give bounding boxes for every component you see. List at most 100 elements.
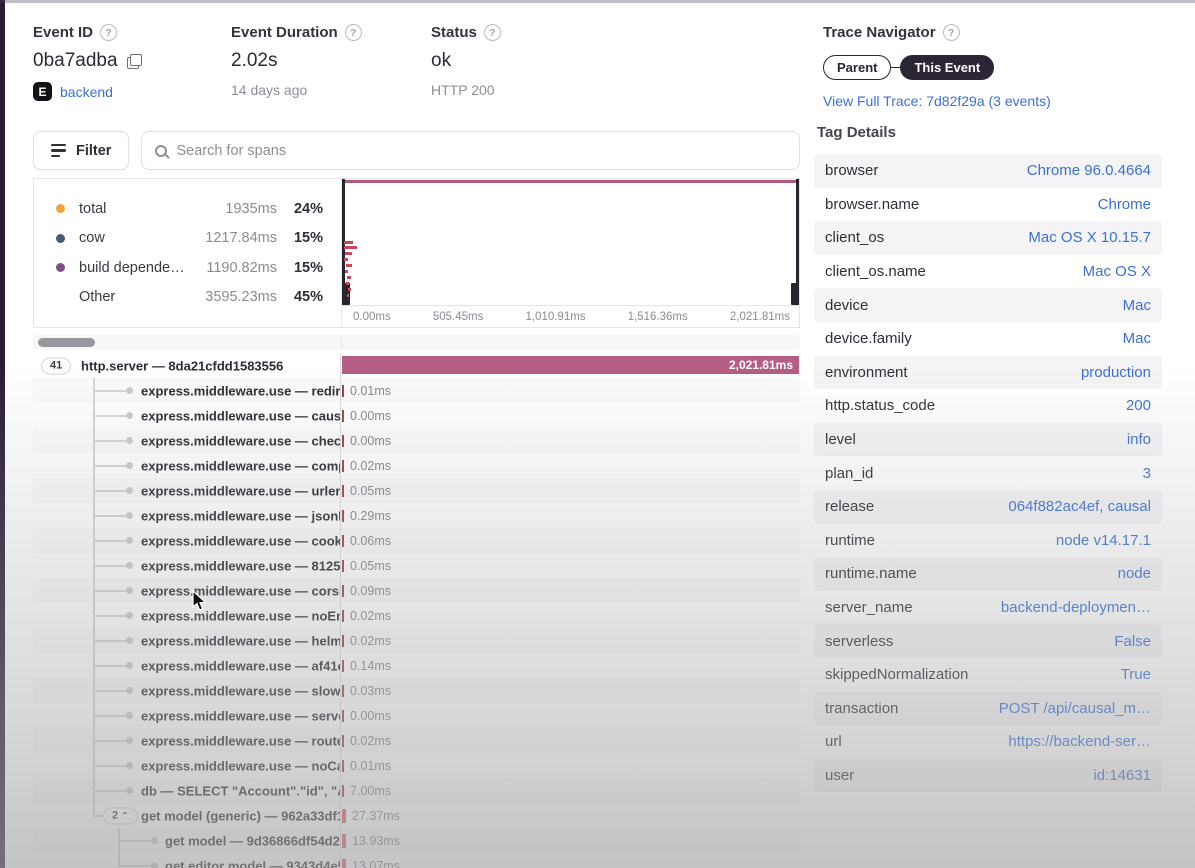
span-duration-label: 0.14ms [350,659,391,673]
tree-scrollbar-handle[interactable] [38,338,95,347]
tag-value-link[interactable]: False [1114,633,1151,650]
root-span-bar[interactable]: 2,021.81ms [342,356,799,374]
span-description: express.middleware.use — 8125a6e3cb [141,558,341,573]
span-row[interactable]: express.middleware.use — router0.02ms [33,728,800,753]
tag-value-link[interactable]: Mac [1123,297,1151,314]
collapse-badge[interactable]: 2⌃ [103,807,138,824]
span-row-timeline-cell: 0.02ms [341,603,800,628]
span-row[interactable]: express.middleware.use — redirectOldD0.0… [33,378,800,403]
span-row[interactable]: express.middleware.use — serveStatic0.00… [33,703,800,728]
tree-node-dot [126,737,133,744]
span-row-timeline-cell: 0.00ms [341,403,800,428]
span-row[interactable]: express.middleware.use — cookieParse0.06… [33,528,800,553]
event-id-value: 0ba7adba [33,50,118,72]
event-duration-label: Event Duration [231,24,338,41]
span-row[interactable]: db — SELECT "Account"."id", "Account"."p… [33,778,800,803]
tag-details-title: Tag Details [814,124,1162,141]
span-tree: 41 http.server — 8da21cfdd1583556 2,021.81… [33,353,800,868]
tag-value-link[interactable]: 200 [1126,397,1151,414]
search-icon [155,145,167,157]
span-id-or-detail: — helmet [291,633,341,648]
span-operation: express.middleware.use [141,583,291,598]
span-row[interactable]: express.middleware.use — af41c2800e0.14m… [33,653,800,678]
span-row-root[interactable]: 41 http.server — 8da21cfdd1583556 2,021.81… [33,353,800,378]
status-value: ok [431,50,451,72]
span-id-or-detail: — checkHTTPN [291,433,341,448]
legend-percent: 15% [277,260,323,276]
span-row-label-cell: express.middleware.use — redirectOldD [33,378,341,403]
help-icon[interactable]: ? [100,24,117,41]
tree-connector-line [93,815,103,817]
tag-value-link[interactable]: 064f882ac4ef, causal [1008,498,1151,515]
parent-event-pill[interactable]: Parent [823,55,891,80]
span-count-badge[interactable]: 41 [41,357,71,374]
tag-value-link[interactable]: info [1127,431,1151,448]
tag-value-link[interactable]: 3 [1143,465,1151,482]
tag-value-link[interactable]: node [1118,565,1151,582]
span-search-input[interactable] [176,143,786,159]
span-row[interactable]: express.middleware.use — causalNewD0.00m… [33,403,800,428]
help-icon[interactable]: ? [345,24,362,41]
tag-value-link[interactable]: Mac OS X [1083,263,1151,280]
span-row-label-cell: get editor model — 9343d4e5cb21c [33,853,341,868]
tag-value-link[interactable]: Chrome [1098,196,1151,213]
root-span-duration: 2,021.81ms [729,358,793,372]
span-row[interactable]: express.middleware.use — checkHTTPN0.00m… [33,428,800,453]
tag-value-link[interactable]: production [1081,364,1151,381]
minimap-chart[interactable] [342,179,799,305]
span-id-or-detail: — noEmbeddir [291,608,341,623]
span-row[interactable]: express.middleware.use — compressior0.02… [33,453,800,478]
view-full-trace-link[interactable]: View Full Trace: 7d82f29a (3 events) [823,93,1051,109]
filter-button[interactable]: Filter [33,131,129,170]
axis-tick-label: 0.00ms [353,311,391,323]
project-link[interactable]: backend [60,84,113,100]
span-row[interactable]: get editor model — 9343d4e5cb21c13.07ms [33,853,800,868]
span-row[interactable]: express.middleware.use — corsMiddlew0.09… [33,578,800,603]
span-operation: express.middleware.use [141,708,291,723]
tag-value-link[interactable]: Chrome 96.0.4664 [1027,162,1151,179]
span-id-or-detail: — serveStatic [291,708,341,723]
tag-value-link[interactable]: https://backend-ser… [1008,733,1151,750]
span-operation: express.middleware.use [141,483,291,498]
tree-connector-line [93,715,126,717]
span-duration-bar [342,735,344,747]
span-operation: express.middleware.use [141,508,291,523]
tag-value-link[interactable]: backend-deploymen… [1001,599,1151,616]
minimap-right-handle[interactable] [796,179,799,305]
span-row-label-cell: db — SELECT "Account"."id", "Account"."p [33,778,341,803]
tag-value-link[interactable]: POST /api/causal_m… [999,700,1151,717]
minimap-root-span-line [344,180,797,183]
span-row[interactable]: express.middleware.use — noEmbeddir0.02m… [33,603,800,628]
span-row[interactable]: express.middleware.use — slowDownS0.03ms [33,678,800,703]
help-icon[interactable]: ? [484,24,501,41]
span-operation: get editor model [165,858,266,868]
this-event-pill[interactable]: This Event [900,55,994,80]
span-row[interactable]: express.middleware.use — noCacheMid0.01m… [33,753,800,778]
span-description: express.middleware.use — compressior [141,458,341,473]
span-duration-bar [342,660,344,672]
tag-value-link[interactable]: id:14631 [1093,767,1151,784]
tag-row: client_os.nameMac OS X [814,255,1162,289]
tag-value-link[interactable]: Mac OS X 10.15.7 [1028,229,1151,246]
tag-value-link[interactable]: True [1121,666,1151,683]
span-row-label-cell: express.middleware.use — causalNewD [33,403,341,428]
span-row[interactable]: express.middleware.use — 8125a6e3cb0.05m… [33,553,800,578]
span-row-label-cell: get model — 9d36866df54d2974 [33,828,341,853]
span-row-timeline-cell: 0.02ms [341,728,800,753]
span-id-or-detail: — 8da21cfdd1583556 [148,358,283,373]
span-row[interactable]: 2⌃get model (generic) — 962a33df1ac2c627… [33,803,800,828]
span-duration-bar [342,635,344,647]
tag-value-link[interactable]: node v14.17.1 [1056,532,1151,549]
span-row[interactable]: express.middleware.use — urlencodedF0.05… [33,478,800,503]
trace-minimap: 0.00ms505.45ms1,010.91ms1,516.36ms2,021.… [342,179,799,327]
span-row-timeline-cell: 0.05ms [341,553,800,578]
span-row[interactable]: get model — 9d36866df54d297413.93ms [33,828,800,853]
span-row[interactable]: express.middleware.use — jsonParser0.29m… [33,503,800,528]
tag-value-link[interactable]: Mac [1123,330,1151,347]
help-icon[interactable]: ? [943,24,960,41]
span-description: http.server — 8da21cfdd1583556 [81,358,283,373]
span-row[interactable]: express.middleware.use — helmet0.02ms [33,628,800,653]
legend-row: Other3595.23ms45% [56,283,323,313]
span-duration-label: 7.00ms [350,784,391,798]
copy-icon[interactable] [127,54,142,69]
